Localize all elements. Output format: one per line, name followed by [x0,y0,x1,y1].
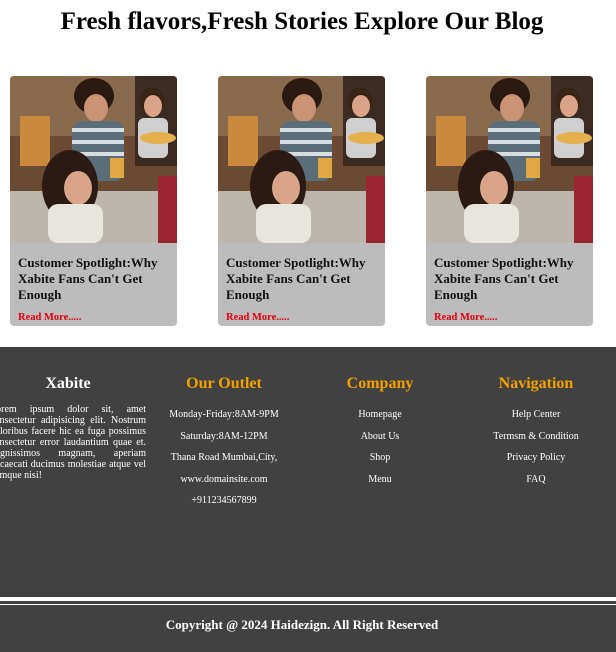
nav-link-privacy[interactable]: Privacy Policy [466,447,606,469]
outlet-hours-saturday: Saturday:8AM-12PM [180,430,268,442]
blog-card-title: Customer Spotlight:Why Xabite Fans Can't… [226,255,366,302]
footer-company-title: Company [346,375,414,392]
footer-divider-thin [0,604,616,605]
footer-outlet-column: Our Outlet Monday-Friday:8AM-9PM Saturda… [150,375,298,512]
blog-card[interactable]: Customer Spotlight:Why Xabite Fans Can't… [218,76,385,326]
nav-link-faq[interactable]: FAQ [466,469,606,491]
blog-card[interactable]: Customer Spotlight:Why Xabite Fans Can't… [426,76,593,326]
footer-brand-title: Xabite [45,375,91,392]
company-link-homepage[interactable]: Homepage [316,404,444,426]
nav-link-help-center[interactable]: Help Center [466,404,606,426]
footer-brand-column: Xabite Lorem ipsum dolor sit, amet conse… [0,375,146,481]
nav-link-terms[interactable]: Termsm & Condition [466,426,606,448]
footer-divider [0,597,616,601]
company-link-shop[interactable]: Shop [316,447,444,469]
outlet-website: www.domainsite.com [180,473,268,485]
footer-navigation-title: Navigation [498,375,574,392]
site-footer: Xabite Lorem ipsum dolor sit, amet conse… [0,347,616,652]
outlet-phone: +911234567899 [191,495,257,506]
blog-card-title: Customer Spotlight:Why Xabite Fans Can't… [18,255,158,302]
footer-about-text: Lorem ipsum dolor sit, amet consectetur … [0,404,146,481]
blog-heading: Fresh flavors,Fresh Stories Explore Our … [60,8,544,35]
read-more-link[interactable]: Read More..... [226,312,289,323]
blog-card[interactable]: Customer Spotlight:Why Xabite Fans Can't… [10,76,177,326]
company-link-menu[interactable]: Menu [316,469,444,491]
blog-card-photo [10,76,177,243]
read-more-link[interactable]: Read More..... [434,312,497,323]
outlet-address: Thana Road Mumbai,City, [170,452,278,463]
copyright-text: Copyright @ 2024 Haidezign. All Right Re… [165,617,439,632]
blog-card-title: Customer Spotlight:Why Xabite Fans Can't… [434,255,574,302]
company-link-about[interactable]: About Us [316,426,444,448]
blog-card-photo [426,76,593,243]
read-more-link[interactable]: Read More..... [18,312,81,323]
footer-company-column: Company Homepage About Us Shop Menu [316,375,444,490]
outlet-hours-weekday: Monday-Friday:8AM-9PM [169,409,279,420]
footer-navigation-column: Navigation Help Center Termsm & Conditio… [466,375,606,490]
blog-card-photo [218,76,385,243]
footer-outlet-title: Our Outlet [186,375,262,392]
